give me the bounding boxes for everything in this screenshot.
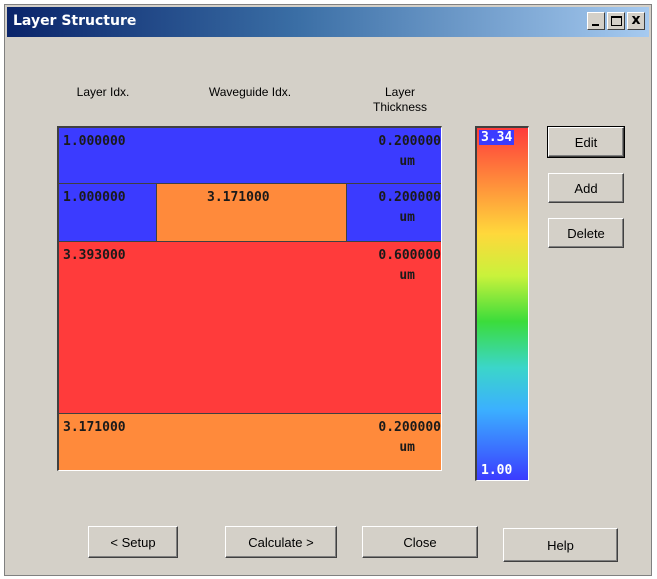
title-bar[interactable]: Layer Structure x — [7, 7, 649, 37]
layer-unit: um — [399, 268, 415, 283]
close-icon[interactable]: x — [627, 12, 645, 30]
layer-index: 3.393000 — [63, 248, 126, 263]
layer-thickness: 0.200000 — [378, 420, 441, 435]
calculate-button[interactable]: Calculate > — [225, 526, 337, 558]
delete-button[interactable]: Delete — [548, 218, 624, 248]
minimize-icon[interactable] — [587, 12, 605, 30]
layer-row[interactable]: 3.393000 0.600000 um — [59, 242, 441, 414]
window-title: Layer Structure — [13, 13, 137, 29]
title-buttons: x — [587, 12, 645, 30]
layer-thickness: 0.200000 — [378, 134, 441, 149]
layer-unit: um — [399, 210, 415, 225]
layer-index: 1.000000 — [63, 190, 126, 205]
colorbar-max-label: 3.34 — [479, 130, 515, 145]
layer-index: 3.171000 — [63, 420, 126, 435]
setup-button[interactable]: < Setup — [88, 526, 178, 558]
layer-row[interactable]: 1.000000 3.171000 0.200000 um — [59, 184, 441, 242]
layer-unit: um — [399, 440, 415, 455]
layer-thickness: 0.600000 — [378, 248, 441, 263]
waveguide-cell[interactable]: 3.171000 — [156, 184, 347, 241]
layer-structure-window: Layer Structure x Layer Idx. Waveguide I… — [4, 4, 652, 576]
header-layer-idx: Layer Idx. — [76, 85, 130, 99]
layer-unit: um — [399, 154, 415, 169]
layer-table: 1.000000 0.200000 um 1.000000 3.171000 0… — [57, 126, 442, 471]
layer-row[interactable]: 3.171000 0.200000 um — [59, 414, 441, 470]
header-layer-thickness: Layer Thickness — [372, 85, 428, 114]
index-color-bar: 3.34 1.00 — [475, 126, 529, 481]
layer-row[interactable]: 1.000000 0.200000 um — [59, 128, 441, 184]
edit-button[interactable]: Edit — [547, 126, 625, 158]
maximize-icon[interactable] — [607, 12, 625, 30]
waveguide-index: 3.171000 — [207, 190, 270, 205]
add-button[interactable]: Add — [548, 173, 624, 203]
layer-index: 1.000000 — [63, 134, 126, 149]
colorbar-min-label: 1.00 — [481, 463, 513, 478]
header-waveguide-idx: Waveguide Idx. — [208, 85, 292, 99]
layer-thickness: 0.200000 — [378, 190, 441, 205]
help-button[interactable]: Help — [503, 528, 618, 562]
close-button[interactable]: Close — [362, 526, 478, 558]
